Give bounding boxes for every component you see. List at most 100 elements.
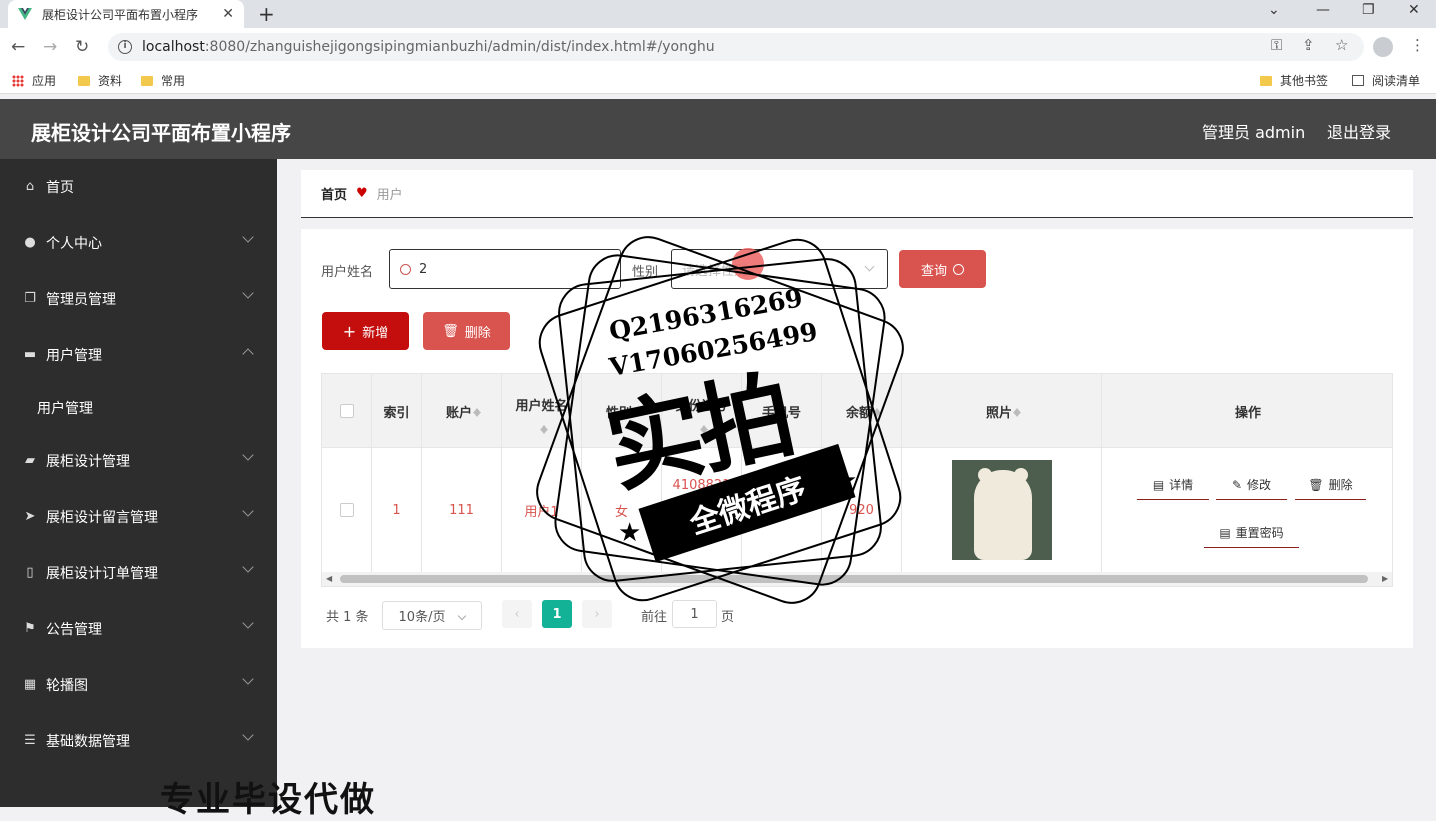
send-icon: ➤ (24, 509, 36, 524)
col-actions: 操作 (1234, 405, 1261, 421)
page-suffix: 页 (721, 610, 735, 625)
scroll-left-icon[interactable]: ◀ (326, 574, 332, 583)
back-icon[interactable]: ← (11, 37, 25, 57)
sidebar-item-profile[interactable]: ● 个人中心 (0, 215, 277, 271)
detail-button[interactable]: ▤ 详情 (1137, 470, 1209, 500)
reload-icon[interactable]: ↻ (75, 37, 89, 57)
folder-icon (1260, 75, 1272, 86)
col-gender[interactable]: 性别 (582, 374, 662, 448)
edit-button[interactable]: ✎ 修改 (1216, 470, 1287, 500)
gender-select[interactable]: 请选择性别 (671, 249, 888, 289)
col-name[interactable]: 用户姓名 (502, 374, 582, 448)
trash-icon: 🗑 (442, 323, 459, 339)
search-icon (953, 263, 964, 275)
scroll-right-icon[interactable]: ▶ (1382, 574, 1388, 583)
forward-icon[interactable]: → (43, 37, 57, 57)
edit-icon: ✎ (1231, 477, 1243, 492)
row-select-cell[interactable] (322, 448, 372, 572)
close-window-icon[interactable]: ✕ (1408, 2, 1420, 18)
sidebar-item-orders[interactable]: ▯ 展柜设计订单管理 (0, 545, 277, 601)
bookmark-folder-changyong[interactable]: 常用 (141, 72, 185, 89)
sidebar-item-home[interactable]: ⌂ 首页 (0, 159, 277, 215)
site-info-icon[interactable]: i (118, 40, 132, 54)
page-1-button[interactable]: 1 (542, 600, 572, 628)
user-photo (951, 460, 1052, 560)
chevron-down-icon (242, 505, 254, 517)
next-page-button[interactable]: › (582, 600, 612, 628)
goto-page-input[interactable]: 1 (672, 600, 717, 628)
url-field[interactable]: i localhost:8080/zhanguishejigongsipingm… (108, 33, 1364, 61)
monitor-icon: ▬ (23, 347, 37, 362)
address-bar: ← → ↻ i localhost:8080/zhanguishejigongs… (0, 28, 1436, 66)
scrollbar-thumb[interactable] (340, 575, 1368, 583)
breadcrumb: 首页 ♥ 用户 (301, 170, 1413, 218)
delete-row-button[interactable]: 🗑 删除 (1295, 470, 1366, 500)
select-all-cell[interactable] (322, 374, 372, 448)
bookmark-apps[interactable]: 应用 (12, 72, 56, 89)
folder-icon (141, 75, 153, 86)
add-button[interactable]: + 新增 (322, 312, 409, 350)
row-checkbox[interactable] (339, 503, 354, 517)
page-size-select[interactable]: 10条/页 (382, 601, 482, 630)
bear-image (973, 470, 1032, 560)
heart-icon: ♥ (356, 186, 368, 201)
chevron-down-icon (242, 561, 254, 573)
col-account[interactable]: 账户 (422, 374, 502, 448)
minimize-icon[interactable]: — (1316, 2, 1330, 18)
logout-link[interactable]: 退出登录 (1327, 119, 1391, 143)
bookmark-other[interactable]: 其他书签 (1260, 72, 1328, 89)
sidebar-item-notices[interactable]: ⚑ 公告管理 (0, 601, 277, 657)
share-icon[interactable]: ⇪ (1302, 36, 1315, 54)
key-icon[interactable]: ⚿ (1271, 36, 1282, 54)
select-all-checkbox[interactable] (339, 404, 354, 418)
browser-tab[interactable]: 展柜设计公司平面布置小程序 ✕ (8, 0, 244, 28)
reading-list[interactable]: 阅读清单 (1352, 72, 1420, 89)
tab-search-icon[interactable]: ⌄ (1268, 2, 1280, 18)
chevron-down-icon (242, 673, 254, 685)
sidebar-item-carousel[interactable]: ▦ 轮播图 (0, 657, 277, 713)
bookmark-folder-ziliao[interactable]: 资料 (78, 72, 122, 89)
chevron-down-icon (242, 231, 254, 243)
name-search-input[interactable]: 2 (389, 249, 621, 289)
grid-icon: ▦ (23, 677, 37, 692)
sidebar-item-users[interactable]: ▬ 用户管理 (0, 327, 277, 383)
cell-name: 用户1 (502, 448, 582, 572)
reset-password-button[interactable]: ▤ 重置密码 (1204, 518, 1299, 548)
cursor-highlight (732, 248, 764, 280)
menu-icon: ☰ (24, 733, 36, 748)
sidebar-item-admin[interactable]: ❐ 管理员管理 (0, 271, 277, 327)
more-menu-icon[interactable]: ⋮ (1410, 36, 1425, 54)
tab-close-icon[interactable]: ✕ (222, 6, 234, 22)
profile-avatar[interactable] (1373, 37, 1393, 57)
briefcase-icon: ▰ (25, 453, 35, 468)
horizontal-scrollbar[interactable]: ◀ ▶ (322, 572, 1392, 586)
star-icon[interactable]: ☆ (1335, 36, 1348, 54)
bookmarks-bar: 应用 资料 常用 其他书签 阅读清单 (0, 66, 1436, 94)
col-idcard[interactable]: 身份证号 (662, 374, 742, 448)
sidebar-item-basic-data[interactable]: ☰ 基础数据管理 (0, 713, 277, 769)
maximize-icon[interactable]: ❐ (1362, 2, 1375, 18)
col-photo[interactable]: 照片 (902, 374, 1102, 448)
cell-actions (1102, 448, 1392, 572)
col-balance[interactable]: 余额 (822, 374, 902, 448)
url-host: localhost (142, 39, 205, 55)
phone-icon: ▯ (26, 565, 34, 580)
cell-index: 1 (372, 448, 422, 572)
new-tab-icon[interactable]: + (258, 2, 275, 26)
col-phone[interactable]: 手机号 (742, 374, 822, 448)
document-icon: ▤ (1219, 525, 1231, 540)
user-icon: ● (24, 235, 36, 250)
cell-idcard: 4108821 (662, 448, 742, 572)
table-header: 索引 账户 用户姓名 性别 身份证号 手机号 余额 照片 操作 (322, 374, 1392, 448)
breadcrumb-home[interactable]: 首页 (321, 184, 347, 203)
tab-title: 展柜设计公司平面布置小程序 (42, 7, 199, 22)
sidebar-subitem-user-management[interactable]: 用户管理 (0, 383, 277, 433)
sidebar-item-design[interactable]: ▰ 展柜设计管理 (0, 433, 277, 489)
sidebar-item-messages[interactable]: ➤ 展柜设计留言管理 (0, 489, 277, 545)
query-button[interactable]: 查询 (899, 250, 986, 288)
copy-icon: ❐ (24, 291, 36, 306)
batch-delete-button[interactable]: 🗑 删除 (423, 312, 510, 350)
prev-page-button[interactable]: ‹ (502, 600, 532, 628)
document-icon: ▤ (1152, 477, 1165, 492)
plus-icon: + (342, 321, 357, 341)
